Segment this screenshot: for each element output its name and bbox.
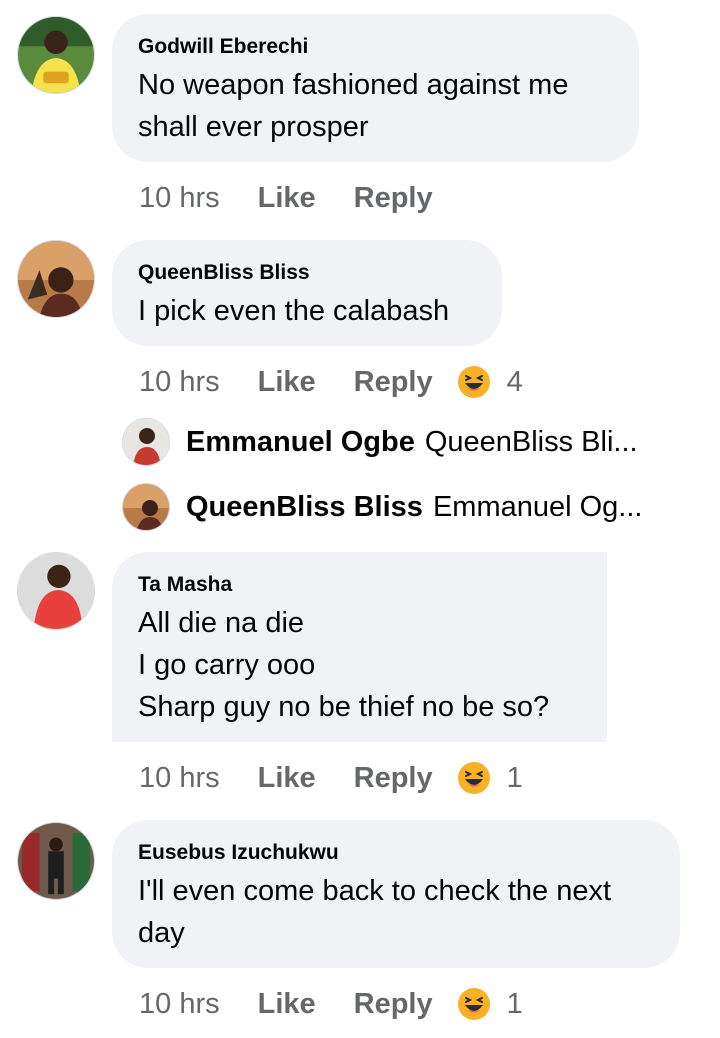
avatar[interactable] [122,483,170,531]
comment-author[interactable]: Godwill Eberechi [138,34,613,60]
timestamp[interactable]: 10 hrs [139,762,220,795]
like-button[interactable]: Like [258,762,316,795]
reply-preview-text: Emmanuel Og... [432,490,643,523]
avatar[interactable] [17,240,95,318]
reaction-count[interactable]: 1 [507,988,523,1021]
comment-actions: 10 hrs Like Reply 4 [139,362,523,402]
haha-emoji-icon[interactable] [457,365,491,399]
comment-author[interactable]: QueenBliss Bliss [138,260,476,286]
comment-actions: 10 hrs Like Reply 1 [139,984,523,1024]
comment-text: I pick even the calabash [138,295,450,327]
avatar[interactable] [17,822,95,900]
comment-text: I'll even come back to check the next da… [138,875,612,949]
profile-photo-icon [18,553,94,629]
timestamp[interactable]: 10 hrs [139,366,220,399]
avatar[interactable] [17,552,95,630]
timestamp[interactable]: 10 hrs [139,988,220,1021]
avatar[interactable] [122,418,170,466]
haha-emoji-icon[interactable] [457,761,491,795]
comment-actions: 10 hrs Like Reply [139,178,433,218]
comment-bubble: QueenBliss Bliss I pick even the calabas… [112,240,502,346]
reply-author[interactable]: QueenBliss Bliss [186,491,423,524]
timestamp[interactable]: 10 hrs [139,182,220,215]
comment-actions: 10 hrs Like Reply 1 [139,758,523,798]
avatar[interactable] [17,16,95,94]
reply-button[interactable]: Reply [354,366,433,399]
reply-button[interactable]: Reply [354,762,433,795]
comment-bubble: Ta Masha All die na die I go carry ooo S… [112,552,607,742]
profile-photo-icon [123,419,169,465]
profile-photo-icon [18,17,94,93]
haha-emoji-icon[interactable] [457,987,491,1021]
reply-button[interactable]: Reply [354,182,433,215]
profile-photo-icon [123,484,169,530]
reply-preview-text: QueenBliss Bli... [424,425,638,458]
comment-bubble: Godwill Eberechi No weapon fashioned aga… [112,14,639,162]
like-button[interactable]: Like [258,182,316,215]
comment-author[interactable]: Ta Masha [138,572,581,598]
reply-author[interactable]: Emmanuel Ogbe [186,426,415,459]
reply-thread-item[interactable]: Emmanuel Ogbe QueenBliss Bli... [122,417,638,467]
like-button[interactable]: Like [258,366,316,399]
profile-photo-icon [18,823,94,899]
like-button[interactable]: Like [258,988,316,1021]
comment-text: All die na die I go carry ooo Sharp guy … [138,607,550,723]
profile-photo-icon [18,241,94,317]
reaction-count[interactable]: 4 [507,366,523,399]
reaction-count[interactable]: 1 [507,762,523,795]
reply-button[interactable]: Reply [354,988,433,1021]
comment-text: No weapon fashioned against me shall eve… [138,69,569,143]
reply-thread-item[interactable]: QueenBliss Bliss Emmanuel Og... [122,482,642,532]
comment-author[interactable]: Eusebus Izuchukwu [138,840,654,866]
comment-bubble: Eusebus Izuchukwu I'll even come back to… [112,820,680,968]
